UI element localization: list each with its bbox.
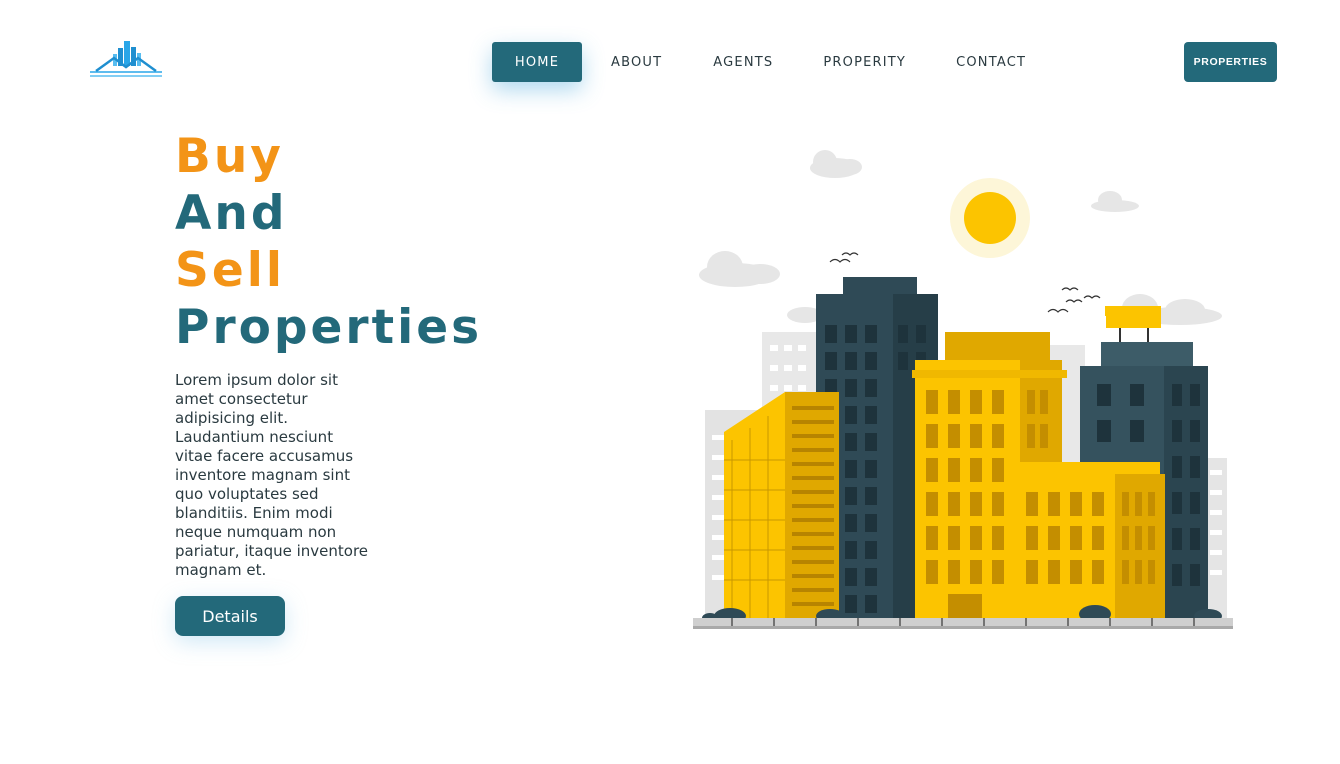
nav-item-properity[interactable]: PROPERITY [823,42,906,82]
properties-button[interactable]: PROPERTIES [1184,42,1277,82]
hero-description: Lorem ipsum dolor sit amet consectetur a… [175,371,369,579]
main-nav: HOME ABOUT AGENTS PROPERITY CONTACT [492,42,1026,82]
nav-item-contact[interactable]: CONTACT [956,42,1026,82]
hero-title: Buy And Sell Properties [175,128,482,356]
landing-page: HOME ABOUT AGENTS PROPERITY CONTACT PROP… [0,0,1340,764]
details-button[interactable]: Details [175,596,285,636]
nav-item-about[interactable]: ABOUT [611,42,662,82]
hero-title-line-sell: Sell [175,243,285,298]
hero-title-line-properties: Properties [175,300,483,355]
nav-item-home[interactable]: HOME [492,42,582,82]
city-buildings-illustration [693,150,1233,629]
hero-title-line-buy: Buy [175,129,284,184]
city-skyline-logo-icon[interactable] [88,38,164,80]
nav-item-agents[interactable]: AGENTS [713,42,773,82]
hero-title-line-and: And [175,186,288,241]
